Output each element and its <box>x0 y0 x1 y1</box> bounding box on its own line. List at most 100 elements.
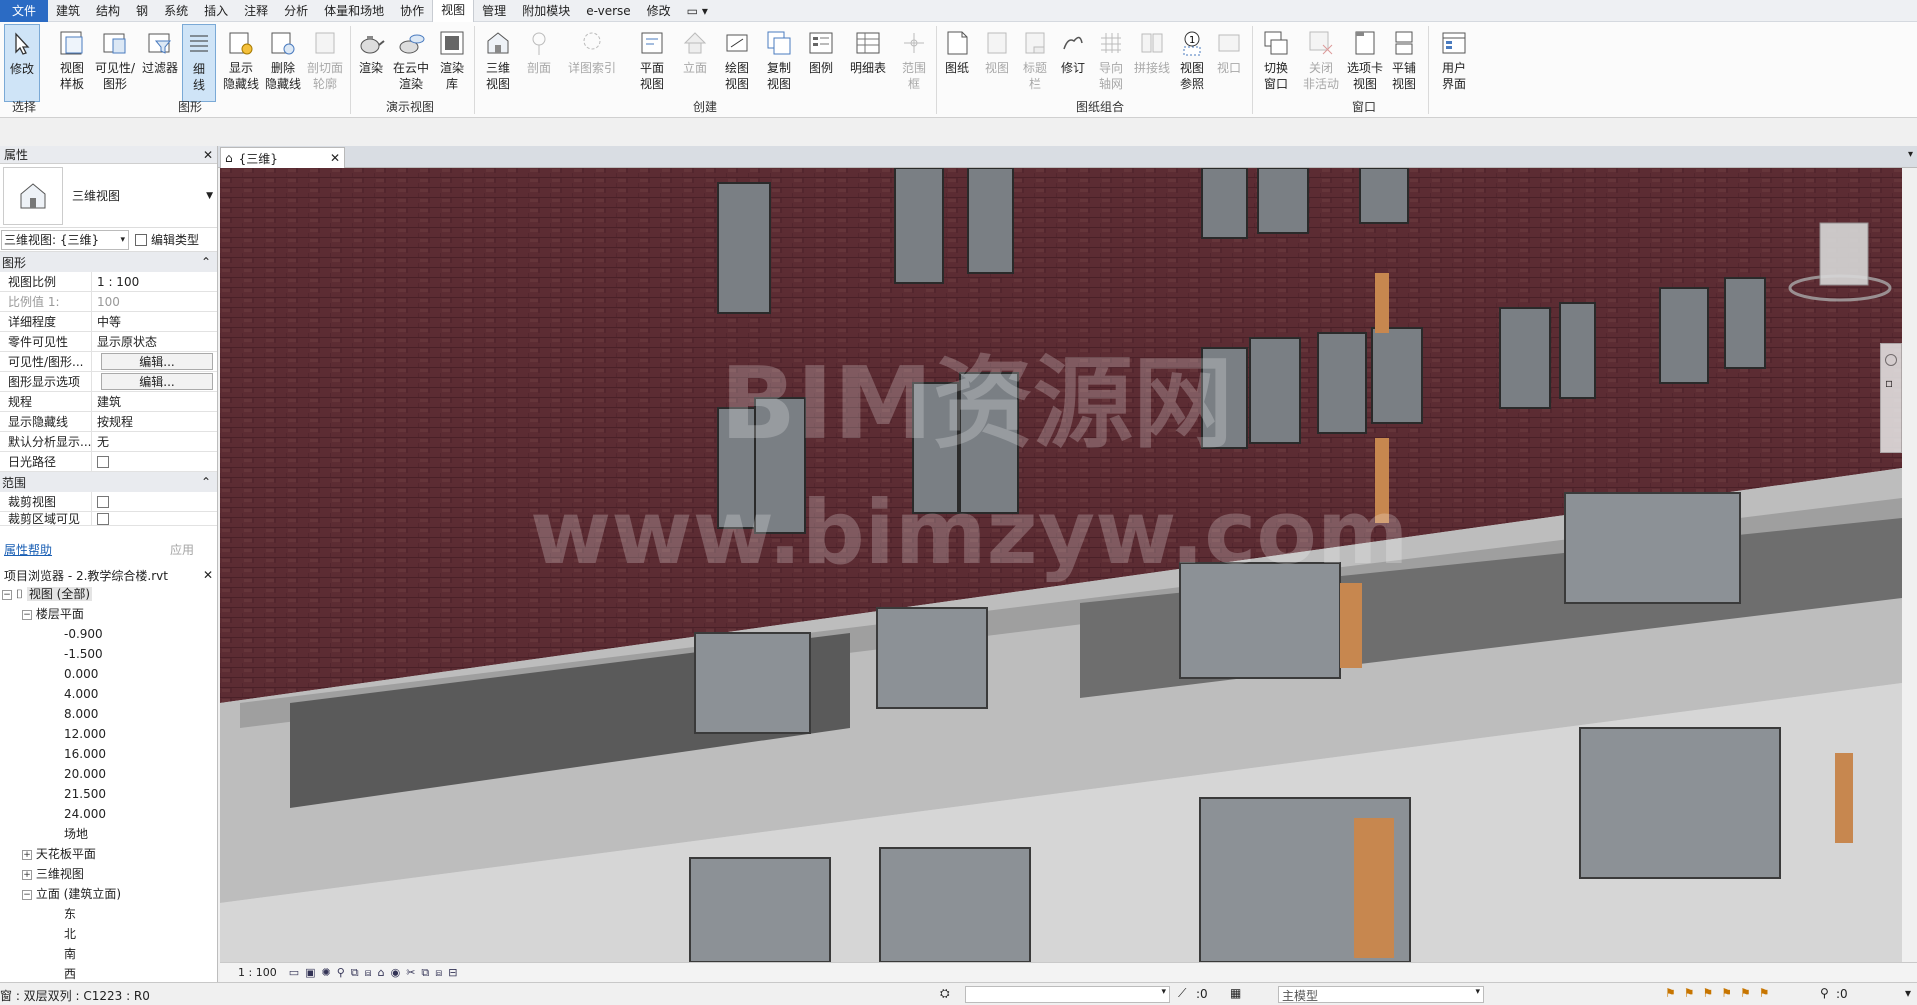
menu-everse[interactable]: e-verse <box>578 0 638 22</box>
menu-architecture[interactable]: 建筑 <box>48 0 88 22</box>
tree-item[interactable]: 南 <box>0 944 217 964</box>
close-icon[interactable]: ✕ <box>203 568 213 582</box>
tree-item[interactable]: 21.500 <box>0 784 217 804</box>
tree-item[interactable]: 24.000 <box>0 804 217 824</box>
apply-button[interactable]: 应用 <box>170 541 214 558</box>
tree-item[interactable]: 场地 <box>0 824 217 844</box>
menu-addins[interactable]: 附加模块 <box>514 0 578 22</box>
drafting-view-button[interactable]: 绘图 视图 <box>718 24 756 102</box>
show-hidden-lines-field[interactable]: 按规程 <box>92 412 217 432</box>
viewports-button[interactable]: 视口 <box>1212 24 1246 102</box>
menu-extra-dropdown[interactable]: ▭ ▾ <box>679 0 716 22</box>
menu-annotate[interactable]: 注释 <box>236 0 276 22</box>
analysis-display-field[interactable]: 无 <box>92 432 217 452</box>
menu-systems[interactable]: 系统 <box>156 0 196 22</box>
tree-item[interactable]: 8.000 <box>0 704 217 724</box>
tree-ceiling[interactable]: + 天花板平面 <box>0 844 217 864</box>
elevation-button[interactable]: 立面 <box>678 24 712 102</box>
section-graphics[interactable]: 图形 ⌃ <box>0 252 217 272</box>
tree-item[interactable]: 16.000 <box>0 744 217 764</box>
graphic-display-edit-button[interactable]: 编辑... <box>101 372 213 390</box>
callout-button[interactable]: 详图索引 <box>566 24 618 102</box>
menu-view[interactable]: 视图 <box>432 0 475 22</box>
properties-help-link[interactable]: 属性帮助 <box>4 541 52 558</box>
status-menu-icon[interactable]: ▾ <box>1905 986 1911 1000</box>
menu-steel[interactable]: 钢 <box>128 0 156 22</box>
view-reference-button[interactable]: 1 视图 参照 <box>1174 24 1210 102</box>
expand-icon[interactable]: + <box>22 849 32 860</box>
view-control-icons[interactable]: ▭▣✺⚲⧉⧈⌂◉✂⧉⧈⊟ <box>289 966 464 980</box>
user-interface-button[interactable]: 用户 界面 <box>1434 24 1474 102</box>
menu-massing-site[interactable]: 体量和场地 <box>316 0 392 22</box>
collapse-icon[interactable]: − <box>2 589 12 600</box>
tree-item[interactable]: -1.500 <box>0 644 217 664</box>
sun-path-checkbox[interactable] <box>97 456 109 468</box>
crop-region-visible-checkbox[interactable] <box>97 513 109 525</box>
tile-views-button[interactable]: 平铺 视图 <box>1386 24 1422 102</box>
section-extents[interactable]: 范围 ⌃ <box>0 472 217 492</box>
tree-item[interactable]: -0.900 <box>0 624 217 644</box>
switch-windows-button[interactable]: 切换 窗口 <box>1256 24 1296 102</box>
workset-dropdown[interactable]: ▾ <box>965 986 1170 1003</box>
guide-grid-button[interactable]: 导向 轴网 <box>1094 24 1128 102</box>
parts-visibility-field[interactable]: 显示原状态 <box>92 332 217 352</box>
sheet-button[interactable]: 图纸 <box>940 24 974 102</box>
schedules-button[interactable]: 明细表 <box>846 24 890 102</box>
tree-item[interactable]: 4.000 <box>0 684 217 704</box>
tree-item[interactable]: 西 <box>0 964 217 982</box>
steering-wheel-icon[interactable] <box>1885 354 1897 366</box>
instance-selector[interactable]: 三维视图: {三维} ▾ <box>1 229 129 250</box>
scope-box-button[interactable]: 范围 框 <box>898 24 930 102</box>
navigation-bar[interactable]: ▫ <box>1880 343 1902 453</box>
tree-item[interactable]: 东 <box>0 904 217 924</box>
modify-tool[interactable]: 修改 <box>4 24 40 102</box>
title-block-button[interactable]: 标题 栏 <box>1018 24 1052 102</box>
section-button[interactable]: 剖面 <box>522 24 556 102</box>
render-cloud-button[interactable]: 在云中 渲染 <box>390 24 432 102</box>
view-template-button[interactable]: 视图 样板 <box>52 24 92 102</box>
view-scale[interactable]: 1 : 100 <box>220 966 289 979</box>
revisions-button[interactable]: 修订 <box>1056 24 1090 102</box>
visibility-graphics-button[interactable]: 可见性/ 图形 <box>94 24 136 102</box>
menu-structure[interactable]: 结构 <box>88 0 128 22</box>
tree-item[interactable]: 北 <box>0 924 217 944</box>
tree-floorplans[interactable]: − 楼层平面 <box>0 604 217 624</box>
3d-view-canvas[interactable]: BIM资源网 www.bimzyw.com ▫ <box>220 168 1902 962</box>
tree-3d[interactable]: + 三维视图 <box>0 864 217 884</box>
menu-analyze[interactable]: 分析 <box>276 0 316 22</box>
edit-type-button[interactable]: 编辑类型 <box>135 231 199 248</box>
view-scale-field[interactable]: 1 : 100 <box>92 272 217 292</box>
expand-icon[interactable]: + <box>22 869 32 880</box>
menu-manage[interactable]: 管理 <box>474 0 514 22</box>
zoom-icon[interactable]: ▫ <box>1885 376 1897 390</box>
crop-view-checkbox[interactable] <box>97 496 109 508</box>
tree-item[interactable]: 12.000 <box>0 724 217 744</box>
cut-profile-button[interactable]: 剖切面 轮廓 <box>304 24 346 102</box>
group-select-label[interactable]: 选择 <box>4 98 44 115</box>
legends-button[interactable]: 图例 <box>804 24 838 102</box>
discipline-field[interactable]: 建筑 <box>92 392 217 412</box>
menu-modify[interactable]: 修改 <box>639 0 679 22</box>
close-icon[interactable]: ✕ <box>330 151 340 165</box>
tab-views-button[interactable]: 选项卡 视图 <box>1344 24 1386 102</box>
editable-only-icon[interactable]: ⟋ <box>1178 986 1186 1001</box>
collapse-icon[interactable]: − <box>22 889 32 900</box>
render-button[interactable]: 渲染 <box>354 24 388 102</box>
detail-level-field[interactable]: 中等 <box>92 312 217 332</box>
place-view-button[interactable]: 视图 <box>980 24 1014 102</box>
filter-icon[interactable]: ⚲ <box>1820 986 1829 1000</box>
matchline-button[interactable]: 拼接线 <box>1132 24 1172 102</box>
filters-button[interactable]: 过滤器 <box>140 24 180 102</box>
menu-collaborate[interactable]: 协作 <box>392 0 432 22</box>
3d-view-button[interactable]: 三维 视图 <box>478 24 518 102</box>
show-hidden-lines-button[interactable]: 显示 隐藏线 <box>220 24 262 102</box>
duplicate-view-button[interactable]: 复制 视图 <box>758 24 800 102</box>
close-icon[interactable]: ✕ <box>203 148 213 162</box>
worksets-icon[interactable]: ⛭ <box>940 986 950 1001</box>
tree-root[interactable]: − ⌷ 视图 (全部) <box>0 584 217 604</box>
view-tab-3d[interactable]: ⌂ {三维} ✕ <box>220 147 345 168</box>
plan-views-button[interactable]: 平面 视图 <box>632 24 672 102</box>
design-option-dropdown[interactable]: 主模型 ▾ <box>1278 986 1484 1003</box>
close-inactive-button[interactable]: 关闭 非活动 <box>1300 24 1342 102</box>
remove-hidden-lines-button[interactable]: 删除 隐藏线 <box>262 24 304 102</box>
